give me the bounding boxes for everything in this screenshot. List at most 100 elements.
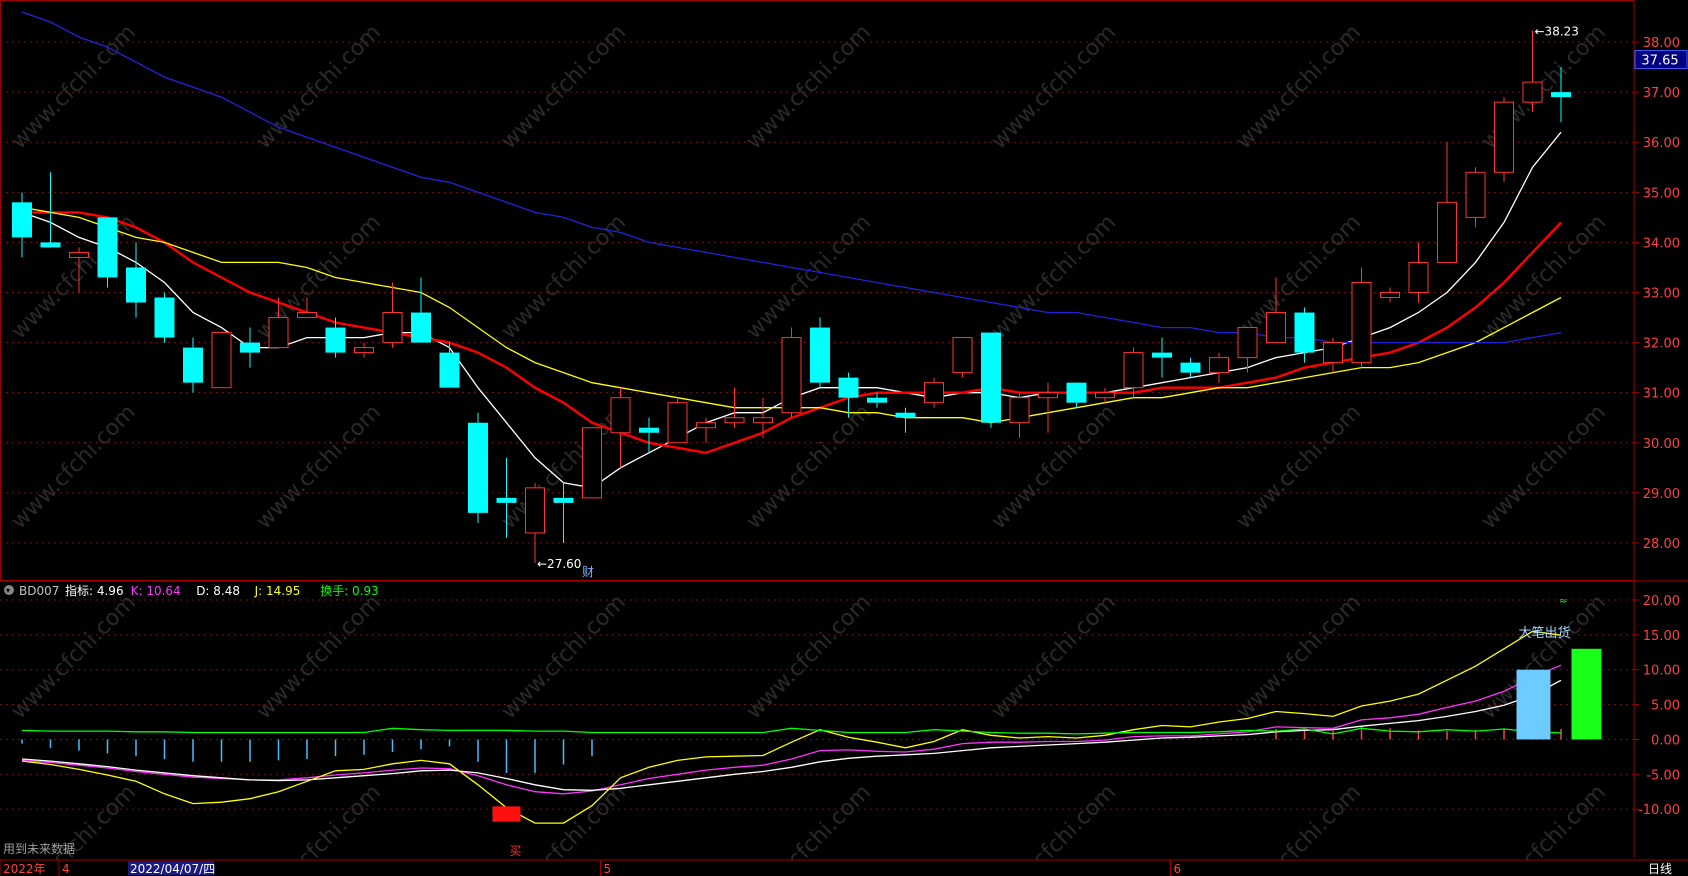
candle-body-down	[126, 267, 146, 303]
candle-body-up	[354, 347, 374, 354]
price-tick-label: 33.00	[1643, 286, 1680, 301]
candle-body-up	[781, 337, 802, 414]
candle-body-down	[867, 397, 887, 403]
candle-body-down	[981, 332, 1001, 423]
chevron-down-icon: ▾	[6, 586, 10, 595]
legend-item: 指标: 4.96	[65, 583, 124, 598]
time-tick-label: 4	[62, 862, 70, 876]
candle-body-down	[895, 412, 916, 418]
buy-signal-label: 买	[510, 844, 522, 858]
candle-body-up	[1209, 357, 1229, 374]
candle-body-up	[268, 317, 289, 349]
candle-body-up	[696, 422, 716, 429]
candle-body-down	[1152, 352, 1172, 358]
candle	[97, 217, 118, 288]
price-tick-label: 30.00	[1643, 437, 1680, 452]
candle-body-up	[1380, 291, 1400, 299]
candle-body-up	[1437, 201, 1457, 263]
candle-body-up	[1123, 352, 1144, 389]
candle-body-down	[1180, 362, 1201, 373]
legend-item: D: 8.48	[196, 584, 240, 598]
candle-body-up	[1408, 261, 1429, 293]
legend-item: J: 14.95	[254, 584, 301, 598]
candle-body-down	[496, 497, 517, 503]
candle-body-up	[211, 332, 232, 389]
candle-body-up	[1494, 101, 1514, 173]
candle-body-up	[1038, 392, 1058, 399]
candle	[468, 412, 488, 523]
time-axis[interactable]: 2022年 4 2022/04/07/四 5 6 日线	[0, 859, 1688, 876]
indicator-tick-label: 15.00	[1643, 629, 1680, 644]
candle-body-up	[382, 312, 403, 344]
future-data-note: 用到未来数据	[3, 841, 75, 856]
price-tick-label: 32.00	[1643, 337, 1680, 352]
candle-body-down	[1551, 92, 1571, 98]
candle-body-up	[1237, 327, 1258, 359]
candle-body-down	[439, 352, 460, 388]
candle-body-up	[582, 427, 602, 499]
candle	[154, 292, 175, 343]
price-tick-label: 35.00	[1643, 186, 1680, 201]
time-tick-label: 6	[1174, 862, 1182, 876]
price-tick-label: 31.00	[1643, 387, 1680, 402]
candle-body-up	[724, 417, 745, 424]
candle	[981, 332, 1001, 428]
candle-body-down	[411, 312, 431, 343]
candle	[781, 327, 802, 418]
cursor-date-label: 2022/04/07/四	[130, 862, 215, 876]
candle-body-up	[667, 402, 688, 444]
candle	[1351, 267, 1372, 368]
candle-body-down	[810, 327, 830, 383]
time-tick-label: 2022年	[3, 862, 46, 876]
stock-chart: www.cfchi.com www.cfchi.com www.cfchi.com w…	[0, 0, 1688, 876]
candle	[952, 337, 973, 378]
candle-body-down	[838, 377, 859, 398]
candle-body-down	[468, 422, 488, 513]
candle-body-down	[97, 217, 118, 278]
price-tick-label: 36.00	[1643, 136, 1680, 151]
candle-body-down	[553, 497, 574, 503]
indicator-tick-label: -5.00	[1646, 768, 1680, 783]
indicator-tick-label: -10.00	[1638, 803, 1680, 818]
candle-body-up	[952, 337, 973, 374]
candle-body-down	[40, 242, 61, 248]
candle-body-up	[69, 251, 89, 258]
current-price-label: 37.65	[1641, 54, 1678, 69]
candle-body-up	[1465, 171, 1486, 218]
candle	[582, 427, 602, 499]
candle-body-up	[610, 397, 631, 434]
candle	[1494, 97, 1514, 183]
indicator-tick-label: 20.00	[1643, 594, 1680, 609]
candle-body-up	[297, 312, 317, 319]
candle-body-up	[1095, 392, 1115, 399]
candle	[810, 317, 830, 388]
candle	[211, 332, 232, 389]
sell-signal-bar	[492, 806, 521, 822]
candle-body-down	[1294, 312, 1315, 353]
price-tick-label: 28.00	[1643, 537, 1680, 552]
candle-body-up	[525, 487, 545, 534]
candle-body-down	[240, 342, 260, 353]
candle-body-up	[1522, 81, 1543, 103]
indicator-tick-label: 5.00	[1651, 699, 1680, 714]
candle	[667, 397, 688, 444]
candle-body-up	[753, 417, 773, 424]
period-label: 日线	[1648, 862, 1672, 876]
candle-body-down	[325, 327, 346, 353]
candle-body-up	[1323, 342, 1343, 364]
price-tick-label: 29.00	[1643, 487, 1680, 502]
signal-glyph: ≈	[1559, 596, 1567, 607]
candle-body-down	[1066, 382, 1087, 403]
candle-body-down	[639, 427, 659, 433]
legend-item: K: 10.64	[131, 584, 181, 598]
indicator-tick-label: 10.00	[1643, 664, 1680, 679]
signal-bar-blue	[1516, 669, 1551, 740]
legend-item: BD007	[19, 584, 59, 598]
max-price-label: ←38.23	[1535, 25, 1579, 39]
price-tick-label: 38.00	[1643, 36, 1680, 51]
min-price-label: ←27.60	[537, 557, 581, 571]
signal-bar-green	[1571, 648, 1602, 740]
time-axis-bar	[0, 860, 1688, 876]
candle-body-up	[1009, 397, 1030, 424]
candle-body-up	[1351, 281, 1372, 364]
